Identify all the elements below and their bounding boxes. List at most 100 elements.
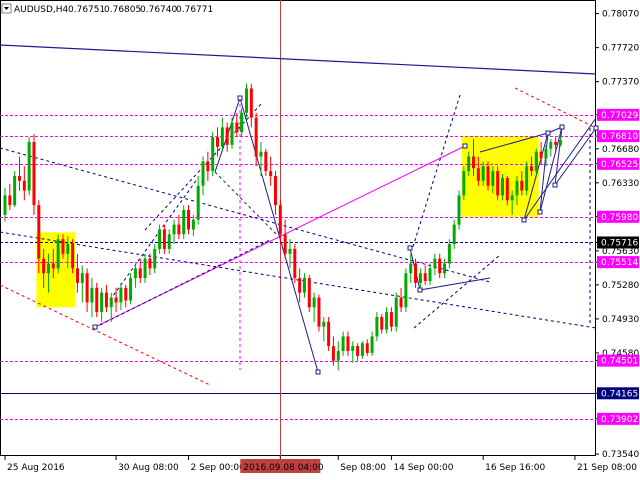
candle-body <box>525 166 529 191</box>
x-tick-label: 16 Sep 16:00 <box>485 463 545 473</box>
candle-body <box>158 229 162 249</box>
candle-body <box>288 248 292 254</box>
candle-body <box>457 195 461 225</box>
candle-body <box>544 148 548 159</box>
candle-body <box>124 287 128 301</box>
y-tick-label: 0.78070 <box>602 10 639 20</box>
candle-body <box>462 171 466 196</box>
candle-body <box>191 219 195 230</box>
x-tick-label: 2 Sep 00:00 <box>191 463 246 473</box>
candle-body <box>273 175 277 206</box>
x-tick-label: 30 Aug 08:00 <box>118 463 179 473</box>
candle-body <box>317 297 321 327</box>
candle-body <box>360 343 364 356</box>
y-tick-label: 0.74930 <box>602 315 639 325</box>
anchor-marker-4[interactable] <box>545 130 551 136</box>
candle-body <box>245 88 248 113</box>
candle-body <box>529 166 533 172</box>
candle-body <box>505 177 509 201</box>
candle-body <box>351 346 355 351</box>
candle-body <box>491 171 495 186</box>
candle-body <box>230 122 234 145</box>
candle-body <box>365 343 369 353</box>
anchor-marker-2[interactable] <box>92 324 98 330</box>
candle-body <box>293 248 297 279</box>
candle-body <box>438 258 442 274</box>
price-tag-label: 0.74165 <box>601 389 638 399</box>
header-open: 0.76751 <box>68 5 105 15</box>
candle-body <box>447 244 451 264</box>
candle-body <box>143 258 147 279</box>
y-tick-label: 0.76680 <box>602 145 639 155</box>
candle-body <box>331 346 335 361</box>
price-tag-label: 0.76810 <box>601 132 638 142</box>
anchor-marker-1[interactable] <box>315 369 321 375</box>
candle-body <box>346 336 350 351</box>
anchor-marker-7[interactable] <box>537 209 543 215</box>
candle-body <box>307 278 311 308</box>
y-tick-label: 0.77370 <box>602 78 639 88</box>
candle-body <box>375 316 379 337</box>
candle-body <box>298 278 302 293</box>
anchor-marker-0[interactable] <box>237 95 243 101</box>
candle-body <box>510 195 514 201</box>
candle-body <box>216 137 220 147</box>
candle-body <box>119 287 123 303</box>
candle-body <box>409 263 413 274</box>
candle-body <box>336 350 340 361</box>
candle-body <box>414 263 418 283</box>
candle-body <box>172 224 176 235</box>
header-high: 0.76805 <box>104 5 141 15</box>
candle-body <box>269 171 273 176</box>
price-tag-label: 0.75716 <box>601 238 638 248</box>
candle-body <box>206 161 210 172</box>
candle-body <box>17 175 21 181</box>
x-tick-label: Sep 08:00 <box>340 463 386 473</box>
candle-body <box>433 258 437 269</box>
header-symbol: AUDUSD,H4 <box>14 5 69 15</box>
candle-body <box>27 141 31 191</box>
y-tick-label: 0.75280 <box>602 281 639 291</box>
candle-body <box>496 171 500 196</box>
candle-body <box>481 166 485 181</box>
candle-body <box>370 336 374 353</box>
candle-body <box>558 140 562 145</box>
candle-body <box>138 268 142 279</box>
anchor-marker-11[interactable] <box>593 125 599 131</box>
candle-body <box>56 239 60 269</box>
candle-body <box>283 234 287 254</box>
candle-body <box>182 210 186 235</box>
candle-body <box>162 229 166 249</box>
candle-body <box>220 127 224 147</box>
anchor-marker-9[interactable] <box>417 287 423 293</box>
candle-body <box>404 273 408 308</box>
candle-body <box>240 112 244 133</box>
anchor-marker-5[interactable] <box>559 124 565 130</box>
anchor-marker-6[interactable] <box>521 217 527 223</box>
x-tick-label: 21 Sep 08:00 <box>577 463 637 473</box>
candle-body <box>515 180 519 196</box>
candle-body <box>476 168 480 181</box>
candle-body <box>177 224 181 235</box>
candle-body <box>167 234 171 249</box>
candle-body <box>61 239 65 254</box>
price-tag-label: 0.76525 <box>601 160 638 170</box>
candle-body <box>80 273 84 283</box>
candle-body <box>46 263 50 274</box>
anchor-marker-8[interactable] <box>552 182 558 188</box>
anchor-marker-10[interactable] <box>407 245 413 251</box>
candle-body <box>148 258 152 269</box>
candle-body <box>104 292 108 308</box>
candle-body <box>22 180 26 191</box>
candle-body <box>225 127 229 145</box>
chart-container: 0.78070 0.77720 0.77370 0.77029 0.76810 0.766… <box>0 0 640 480</box>
candle-body <box>114 297 118 303</box>
candle-body <box>109 297 113 308</box>
candle-body <box>356 346 360 356</box>
anchor-marker-3[interactable] <box>462 143 468 149</box>
candle-body <box>452 224 456 245</box>
candle-body <box>385 312 389 330</box>
candle-body <box>539 151 543 159</box>
y-tick-label: 0.77720 <box>602 44 639 54</box>
y-tick-label: 0.76330 <box>602 179 639 189</box>
